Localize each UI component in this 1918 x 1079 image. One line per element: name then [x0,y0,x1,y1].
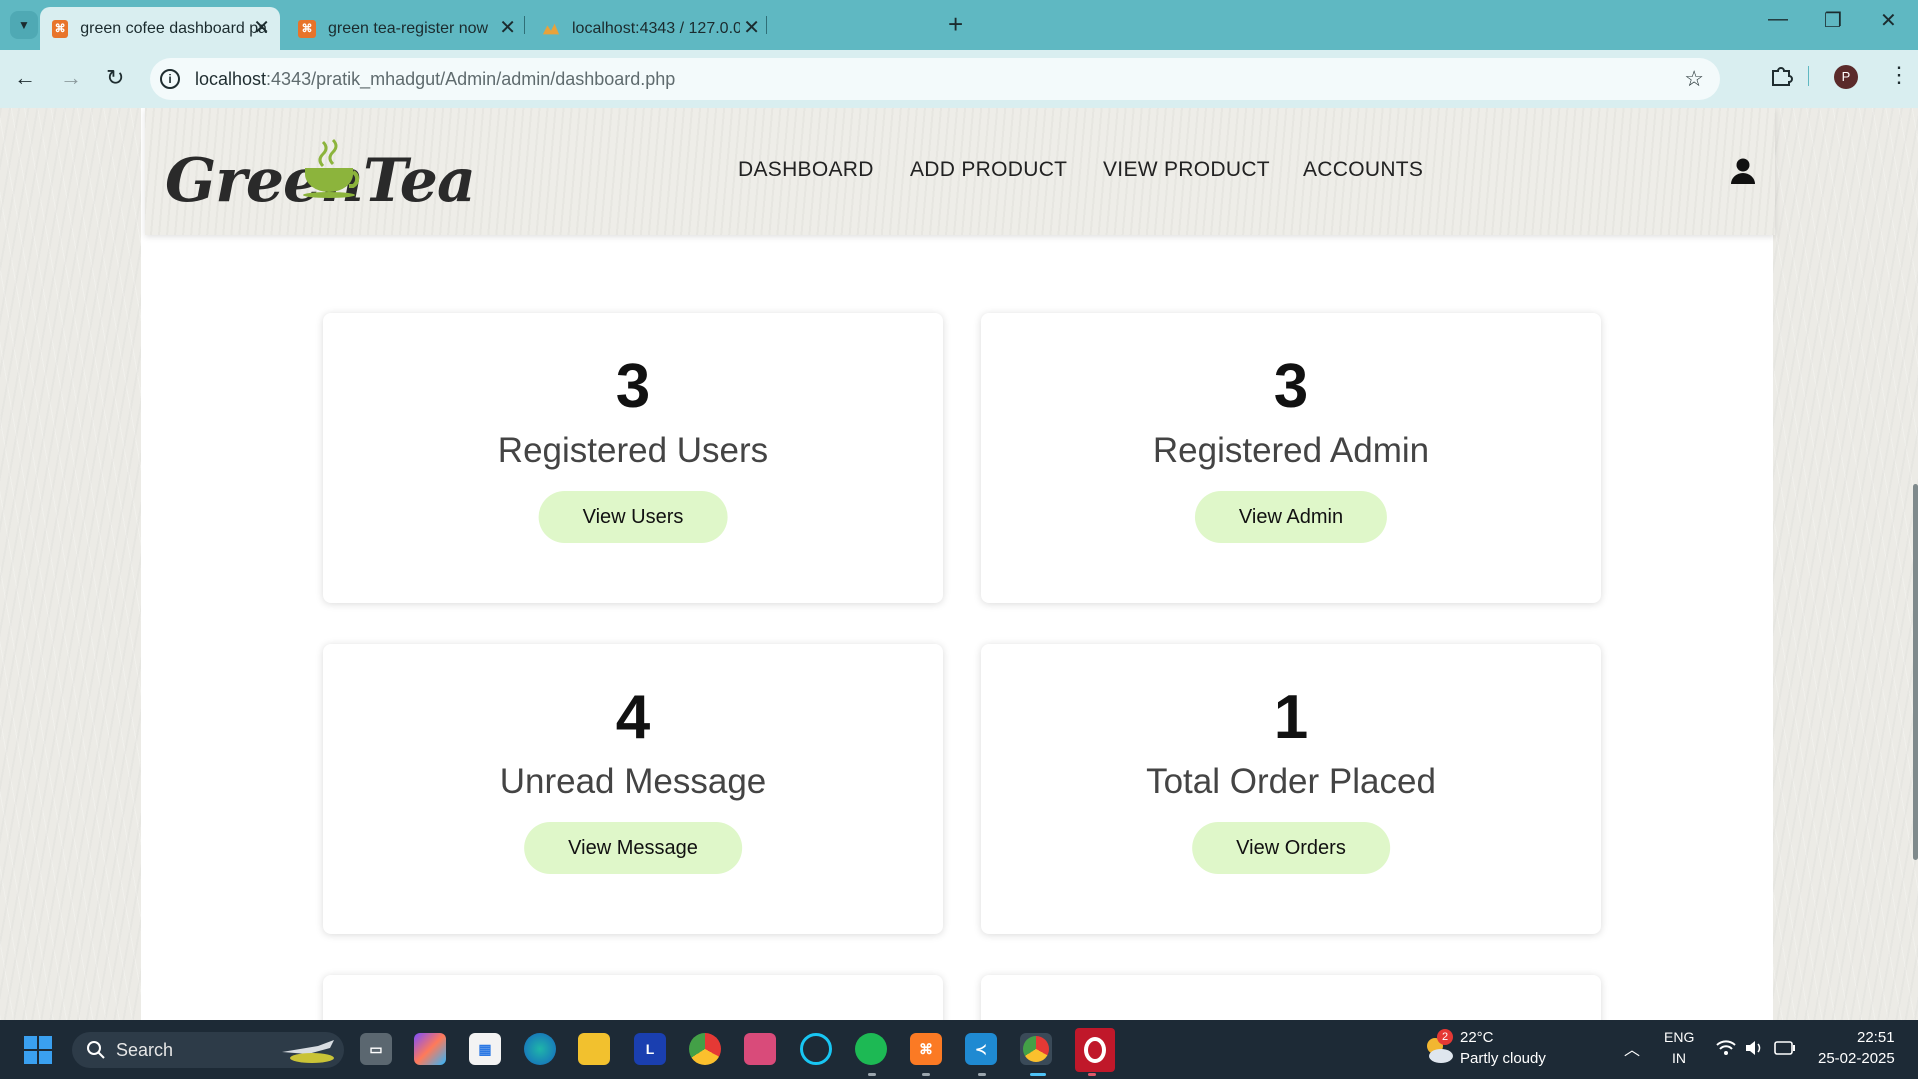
running-indicator [922,1073,930,1076]
nav-add-product[interactable]: ADD PRODUCT [910,158,1067,182]
browser-tab-strip: ▼ ⌘ green cofee dashboard panel ✕ ⌘ gree… [0,0,1918,50]
opera-icon[interactable] [1075,1028,1115,1072]
alexa-icon[interactable] [800,1033,832,1065]
stat-card-admin: 3 Registered Admin View Admin [981,313,1601,603]
spotify-icon[interactable] [855,1033,887,1065]
toolbar-divider [1808,66,1809,86]
stat-label: Total Order Placed [1146,762,1436,801]
xampp-icon[interactable]: ⌘ [910,1033,942,1065]
file-explorer-icon[interactable] [578,1033,610,1065]
nav-accounts[interactable]: ACCOUNTS [1303,158,1423,182]
volume-icon[interactable] [1744,1040,1764,1056]
language-region[interactable]: IN [1672,1050,1686,1066]
browser-menu-icon[interactable]: ⋮ [1888,62,1910,88]
phpmyadmin-favicon-icon [542,20,560,38]
view-users-button[interactable]: View Users [538,491,728,543]
stat-card-messages: 4 Unread Message View Message [323,644,943,934]
profile-avatar[interactable]: P [1834,65,1858,89]
view-admin-button[interactable]: View Admin [1194,491,1388,543]
view-message-button[interactable]: View Message [524,822,742,874]
search-label: Search [116,1040,174,1060]
xampp-favicon-icon: ⌘ [52,19,69,38]
stat-count: 4 [615,683,651,752]
stat-card-users: 3 Registered Users View Users [323,313,943,603]
stat-label: Registered Users [497,431,769,470]
stat-card-partial [323,975,943,1020]
running-indicator [978,1073,986,1076]
clock-date[interactable]: 25-02-2025 [1818,1050,1895,1067]
back-icon[interactable]: ← [14,65,36,91]
tab-divider [766,16,767,34]
tea-cup-icon [303,138,360,198]
stat-count: 3 [615,352,651,421]
edge-browser-icon[interactable] [524,1033,556,1065]
forward-icon[interactable]: → [60,65,82,91]
active-indicator [1030,1073,1046,1076]
url-text[interactable]: localhost:4343/pratik_mhadgut/Admin/admi… [195,69,675,90]
weather-temperature: 22°C [1460,1029,1494,1046]
tab-search-button[interactable]: ▼ [10,11,38,39]
close-window-icon[interactable]: ✕ [1880,8,1897,33]
search-highlight-icon [282,1040,334,1063]
minimize-icon[interactable]: — [1768,8,1788,31]
windows-taskbar: Search ▭ ▦ L ⌘ ≺ 2 22°C Partly cloudy ︿ … [0,1020,1918,1079]
tab-divider [524,16,525,34]
taskbar-search-box[interactable]: Search [72,1032,344,1068]
tab-dashboard[interactable]: ⌘ green cofee dashboard panel ✕ [40,7,280,50]
close-tab-icon[interactable]: ✕ [499,17,516,39]
extensions-icon[interactable] [1768,62,1794,88]
tab-register[interactable]: ⌘ green tea-register now ✕ [286,7,526,50]
running-indicator [1088,1073,1096,1076]
address-bar[interactable]: i localhost:4343/pratik_mhadgut/Admin/ad… [150,58,1720,100]
clock-time[interactable]: 22:51 [1857,1029,1895,1046]
task-view-icon[interactable]: ▭ [360,1033,392,1065]
stat-count: 1 [1273,683,1309,752]
chevron-down-icon: ▼ [18,18,30,32]
tab-title: localhost:4343 / 127.0.0.1 / gre [572,19,740,37]
weather-description: Partly cloudy [1460,1050,1546,1067]
notepad-l-icon[interactable]: L [634,1033,666,1065]
stat-label: Registered Admin [1152,431,1430,470]
windows-start-icon[interactable] [24,1036,52,1064]
user-icon[interactable] [1728,156,1758,186]
bookmark-star-icon[interactable]: ☆ [1684,66,1704,92]
browser-toolbar: ← → ↻ i localhost:4343/pratik_mhadgut/Ad… [0,50,1918,108]
new-tab-button[interactable]: + [948,10,963,38]
photos-icon[interactable] [744,1033,776,1065]
logo-word-tea: Tea [363,146,476,216]
stat-card-orders: 1 Total Order Placed View Orders [981,644,1601,934]
chrome-icon[interactable] [689,1033,721,1065]
xampp-favicon-icon: ⌘ [298,19,316,38]
chevron-up-icon[interactable]: ︿ [1624,1036,1640,1060]
nav-dashboard[interactable]: DASHBOARD [738,158,874,182]
close-tab-icon[interactable]: ✕ [743,17,760,39]
running-indicator [868,1073,876,1076]
search-icon [87,1041,105,1059]
tab-phpmyadmin[interactable]: localhost:4343 / 127.0.0.1 / gre ✕ [530,7,770,50]
reload-icon[interactable]: ↻ [106,65,124,91]
page-viewport: Green Tea DASHBOARD ADD PRODUCT VIEW PRO… [0,108,1918,1020]
copilot-icon[interactable] [414,1033,446,1065]
tab-title: green cofee dashboard panel [80,19,268,37]
wifi-icon[interactable] [1716,1040,1736,1056]
language-code[interactable]: ENG [1664,1029,1694,1045]
view-orders-button[interactable]: View Orders [1192,822,1390,874]
stat-count: 3 [1273,352,1309,421]
stat-card-partial [981,975,1601,1020]
restore-icon[interactable]: ❐ [1824,8,1842,33]
tab-title: green tea-register now [328,19,489,37]
weather-badge: 2 [1437,1029,1453,1045]
close-tab-icon[interactable]: ✕ [253,17,270,39]
site-header: Green Tea DASHBOARD ADD PRODUCT VIEW PRO… [145,108,1775,235]
battery-icon[interactable] [1774,1041,1796,1055]
stat-label: Unread Message [499,762,767,801]
site-info-icon[interactable]: i [160,69,180,89]
chrome-profile-icon[interactable] [1020,1033,1052,1065]
microsoft-store-icon[interactable]: ▦ [469,1033,501,1065]
page-scrollbar[interactable] [1913,484,1918,860]
green-tea-logo[interactable]: Green Tea [165,126,476,226]
vscode-icon[interactable]: ≺ [965,1033,997,1065]
nav-view-product[interactable]: VIEW PRODUCT [1103,158,1270,182]
